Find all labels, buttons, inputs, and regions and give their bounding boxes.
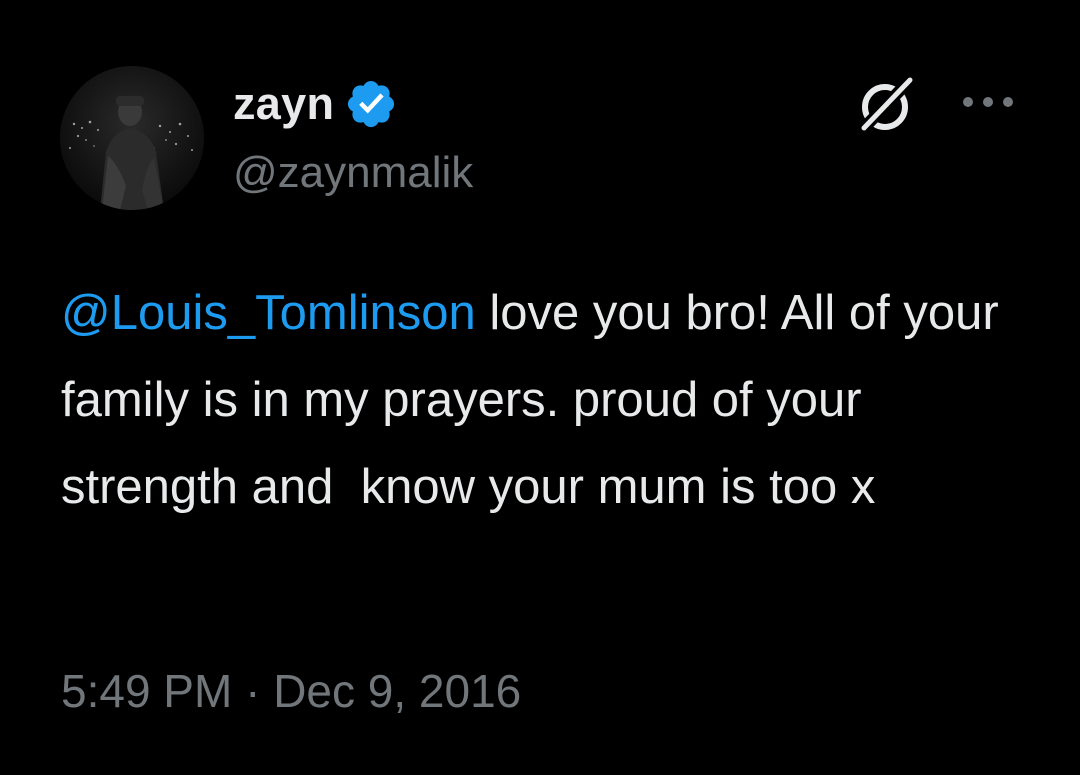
timestamp-separator: · — [232, 665, 274, 717]
mention-link[interactable]: @Louis_Tomlinson — [61, 286, 476, 340]
author-name-row[interactable]: zayn — [233, 78, 398, 130]
tweet-date: Dec 9, 2016 — [273, 665, 522, 717]
avatar[interactable] — [60, 66, 204, 210]
tweet-timestamp[interactable]: 5:49 PM · Dec 9, 2016 — [61, 664, 521, 718]
display-name[interactable]: zayn — [233, 78, 334, 130]
tweet: zayn @zaynmalik @Louis_Tomlinson love yo… — [0, 0, 1080, 775]
author-handle[interactable]: @zaynmalik — [233, 148, 473, 198]
tweet-time: 5:49 PM — [61, 665, 233, 717]
grok-icon[interactable] — [852, 72, 918, 138]
verified-badge-icon[interactable] — [344, 77, 398, 131]
tweet-text: @Louis_Tomlinson love you bro! All of yo… — [61, 270, 1031, 531]
avatar-photo — [60, 66, 204, 210]
more-options-icon[interactable] — [958, 84, 1018, 120]
